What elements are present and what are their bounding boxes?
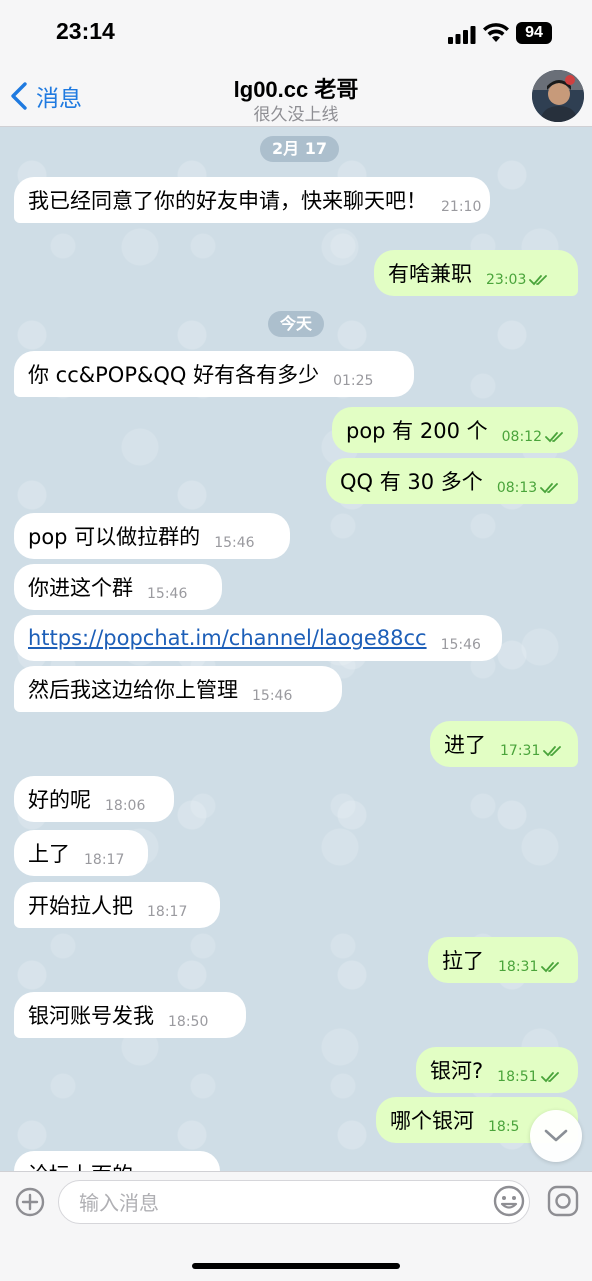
date-separator: 2月 17 [260,136,339,162]
message-time: 18:5 [488,1119,519,1135]
message-time: 18:51 [497,1069,560,1085]
double-check-icon [529,275,548,286]
message-text: 有啥兼职 [388,262,472,286]
message-time: 17:31 [500,743,563,759]
sticker-icon[interactable] [492,1184,526,1218]
message-text: 然后我这边给你上管理 [28,678,238,702]
message-time: 18:06 [105,798,145,814]
message-field[interactable] [58,1180,530,1225]
message-text: 银河? [430,1059,484,1083]
double-check-icon [540,483,559,494]
message-bubble[interactable]: 上了 18:17 [14,830,148,876]
time-label: 15:46 [147,586,188,602]
message-text: 好的呢 [28,788,91,812]
time-label: 08:12 [501,429,542,445]
time-label: 18:06 [105,798,146,814]
message-bubble[interactable]: 有啥兼职 23:03 [374,250,578,296]
message-bubble[interactable]: 银河? 18:51 [416,1047,578,1093]
message-bubble[interactable]: 进了 17:31 [430,721,578,767]
message-time: 01:25 [333,373,373,389]
message-bubble[interactable]: 然后我这边给你上管理 15:46 [14,666,342,712]
scroll-down-icon [544,1129,568,1142]
message-text: QQ 有 30 多个 [340,470,483,494]
message-input-bar [0,1171,592,1281]
message-text: 我已经同意了你的好友申请，快来聊天吧！ [28,189,427,213]
scroll-down-button[interactable] [530,1110,582,1162]
message-time: 08:12 [502,429,565,445]
double-check-icon [541,962,560,973]
chat-header: 消息 lg00.cc 老哥 很久没上线 [0,64,592,127]
message-link[interactable]: https://popchat.im/channel/laoge88cc [28,626,427,650]
message-text: pop 可以做拉群的 [28,525,201,549]
message-text: 你 cc&POP&QQ 好有各有多少 [28,363,320,387]
double-check-icon [545,432,563,443]
message-bubble[interactable]: 你 cc&POP&QQ 好有各有多少 01:25 [14,351,414,397]
time-label: 15:46 [214,535,255,551]
signal-icon [448,26,476,44]
message-time: 18:50 [168,1014,208,1030]
message-bubble[interactable]: QQ 有 30 多个 08:13 [326,458,578,504]
last-seen-status: 很久没上线 [253,105,339,125]
message-text: 进了 [444,733,486,757]
home-indicator [192,1263,400,1269]
camera-icon[interactable] [546,1184,580,1218]
message-text: 论坛上面的 [28,1159,133,1171]
time-label: 18:5 [488,1119,520,1135]
status-bar: 23:14 94 [0,0,592,64]
message-time: 18:17 [84,852,124,868]
message-bubble[interactable]: 我已经同意了你的好友申请，快来聊天吧！ 21:10 [14,177,490,223]
message-bubble[interactable]: pop 可以做拉群的 15:46 [14,513,290,559]
double-check-icon [543,746,562,757]
time-label: 18:17 [147,904,188,920]
chat-area[interactable]: 2月 17 我已经同意了你的好友申请，快来聊天吧！ 21:10 有啥兼职 23:… [0,127,592,1171]
message-text: 拉了 [442,949,484,973]
message-bubble[interactable]: https://popchat.im/channel/laoge88cc 15:… [14,615,502,661]
message-time: 18:31 [498,959,561,975]
message-text: 哪个银河 [390,1109,474,1133]
message-time: 15:46 [252,688,292,704]
message-time: 21:10 [441,199,481,215]
avatar[interactable] [532,70,584,122]
time-label: 18:31 [498,959,539,975]
message-bubble[interactable]: pop 有 200 个 08:12 [332,407,578,453]
double-check-icon [540,1072,559,1083]
message-input[interactable] [77,1181,481,1225]
message-time: 15:46 [441,637,481,653]
time-label: 08:13 [496,480,538,496]
message-text: pop 有 200 个 [346,419,488,443]
message-time: 15:46 [214,535,254,551]
message-text: 开始拉人把 [28,894,133,918]
date-separator: 今天 [268,311,325,337]
time-label: 15:46 [440,637,481,653]
message-bubble[interactable]: 拉了 18:31 [428,937,578,983]
time-label: 18:51 [497,1069,538,1085]
message-time: 08:13 [497,480,560,496]
message-bubble[interactable]: 论坛上面的 [14,1151,220,1171]
message-time: 18:17 [147,904,187,920]
time-label: 15:46 [252,688,293,704]
battery-indicator: 94 [516,22,552,44]
time-label: 01:25 [333,373,374,389]
status-time: 23:14 [56,18,115,44]
message-text: 你进这个群 [28,576,133,600]
message-bubble[interactable]: 银河账号发我 18:50 [14,992,246,1038]
time-label: 17:31 [500,743,541,759]
message-text: 银河账号发我 [28,1004,154,1028]
attach-icon[interactable] [14,1186,46,1218]
avatar-photo [532,70,584,122]
time-label: 18:17 [84,852,125,868]
wifi-icon [483,23,509,42]
message-bubble[interactable]: 开始拉人把 18:17 [14,882,220,928]
message-bubble[interactable]: 你进这个群 15:46 [14,564,222,610]
time-label: 21:10 [441,199,482,215]
message-bubble[interactable]: 好的呢 18:06 [14,776,174,822]
message-time: 15:46 [147,586,187,602]
message-text: 上了 [28,842,70,866]
time-label: 23:03 [486,272,527,288]
message-time: 23:03 [486,272,549,288]
time-label: 18:50 [168,1014,209,1030]
